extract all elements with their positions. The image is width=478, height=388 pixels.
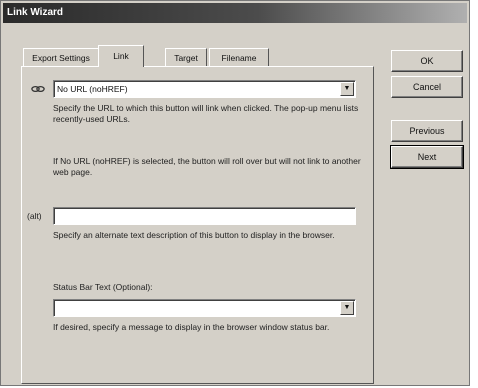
url-select[interactable]: No URL (noHREF) ▼ bbox=[53, 80, 356, 98]
alt-help-text: Specify an alternate text description of… bbox=[53, 230, 335, 240]
alt-text-input[interactable] bbox=[53, 207, 356, 225]
cancel-button[interactable]: Cancel bbox=[391, 76, 463, 98]
link-wizard-window: Link Wizard Export Settings Link Target … bbox=[0, 0, 470, 386]
no-url-help-text: If No URL (noHREF) is selected, the butt… bbox=[53, 156, 361, 177]
previous-button[interactable]: Previous bbox=[391, 120, 463, 142]
next-button[interactable]: Next bbox=[390, 145, 464, 169]
url-help-text: Specify the URL to which this button wil… bbox=[53, 103, 359, 124]
link-chain-icon bbox=[31, 83, 45, 95]
chevron-down-icon[interactable]: ▼ bbox=[340, 82, 354, 96]
chevron-down-icon[interactable]: ▼ bbox=[340, 301, 354, 315]
status-bar-select[interactable]: ▼ bbox=[53, 299, 356, 317]
url-value: No URL (noHREF) bbox=[57, 84, 128, 94]
alt-label: (alt) bbox=[27, 211, 42, 221]
tab-link[interactable]: Link bbox=[98, 45, 144, 67]
status-bar-label: Status Bar Text (Optional): bbox=[53, 282, 153, 292]
tab-filename[interactable]: Filename bbox=[209, 48, 269, 66]
status-bar-help-text: If desired, specify a message to display… bbox=[53, 322, 330, 332]
tab-export-settings[interactable]: Export Settings bbox=[23, 48, 99, 66]
window-title: Link Wizard bbox=[3, 3, 467, 23]
tab-target[interactable]: Target bbox=[165, 48, 207, 66]
ok-button[interactable]: OK bbox=[391, 50, 463, 72]
